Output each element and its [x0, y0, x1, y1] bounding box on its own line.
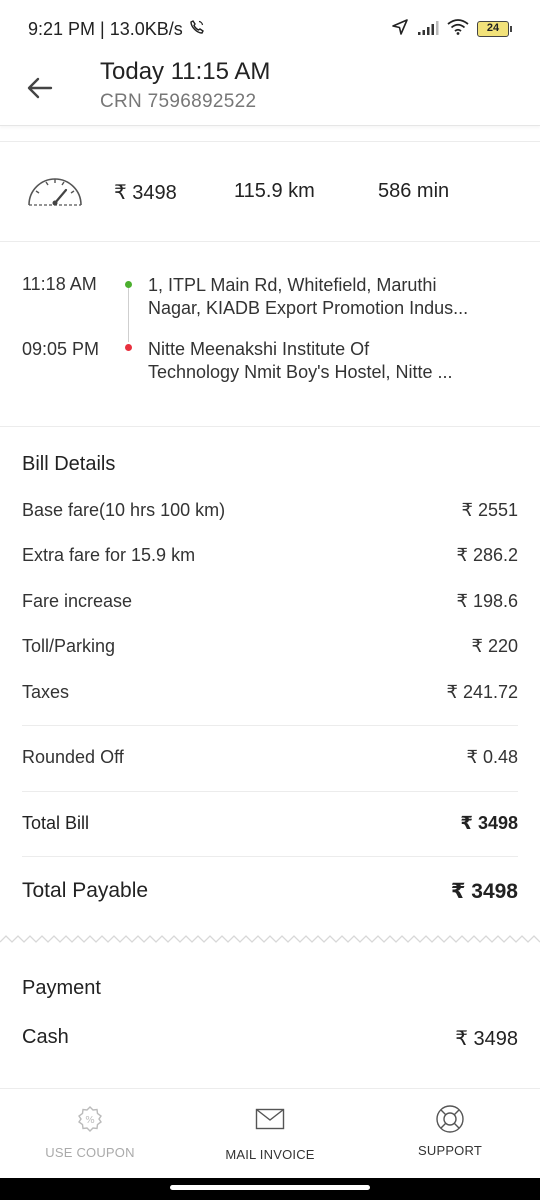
bill-row-label: Toll/Parking	[22, 636, 116, 656]
divider	[0, 426, 540, 427]
bill-row-value: ₹ 286.2	[456, 545, 519, 565]
battery-tip	[510, 26, 512, 32]
divider	[22, 725, 518, 726]
back-arrow-icon	[27, 77, 53, 99]
rounded-off-row: Rounded Off ₹ 0.48	[0, 747, 540, 771]
payment-method: Cash	[22, 1026, 69, 1048]
drop-address: Nitte Meenakshi Institute Of Technology …	[148, 338, 518, 384]
trip-stats: ₹ 3498 115.9 km 586 min	[0, 160, 540, 224]
header: Today 11:15 AM CRN 7596892522	[0, 58, 540, 126]
pickup-address: 1, ITPL Main Rd, Whitefield, Maruthi Nag…	[148, 274, 518, 320]
pickup-dot	[125, 281, 132, 288]
trip-distance: 115.9 km	[234, 180, 315, 202]
bill-row: Fare increase ₹ 198.6	[0, 591, 540, 615]
signal-icon	[417, 19, 439, 40]
bill-row-label: Taxes	[22, 682, 70, 702]
bill-row-value: ₹ 2551	[461, 500, 519, 520]
drop-dot	[125, 344, 132, 351]
coupon-icon: %	[76, 1105, 104, 1133]
status-right: 24	[391, 18, 512, 41]
trip-fare: ₹ 3498	[114, 182, 177, 204]
use-coupon-button[interactable]: % USE COUPON	[0, 1089, 180, 1177]
drop-time: 09:05 PM	[22, 339, 100, 359]
divider	[0, 241, 540, 242]
divider	[22, 791, 518, 792]
status-time-speed: 9:21 PM | 13.0KB/s	[28, 18, 183, 39]
wifi-icon	[447, 18, 469, 40]
pickup-address-line1: 1, ITPL Main Rd, Whitefield, Maruthi	[148, 275, 437, 295]
crn-number: CRN 7596892522	[100, 91, 257, 112]
system-gesture-bar	[0, 1178, 540, 1200]
bill-row: Base fare(10 hrs 100 km) ₹ 2551	[0, 500, 540, 524]
payment-amount: ₹ 3498	[455, 1028, 518, 1050]
battery-icon: 24	[477, 21, 512, 37]
trip-duration: 586 min	[378, 180, 450, 202]
use-coupon-label: USE COUPON	[45, 1145, 135, 1160]
payment-row: Cash ₹ 3498	[0, 1026, 540, 1054]
mail-invoice-label: MAIL INVOICE	[225, 1147, 315, 1162]
total-bill-value: ₹ 3498	[460, 813, 518, 833]
pickup-address-line2: Nagar, KIADB Export Promotion Indus...	[148, 298, 469, 318]
divider	[0, 141, 540, 142]
payment-title: Payment	[22, 977, 101, 999]
total-payable-label: Total Payable	[22, 879, 149, 902]
support-button[interactable]: SUPPORT	[360, 1089, 540, 1177]
drop-address-line1: Nitte Meenakshi Institute Of	[148, 339, 370, 359]
total-bill-label: Total Bill	[22, 813, 90, 833]
total-payable-row: Total Payable ₹ 3498	[0, 879, 540, 907]
bottom-action-bar: % USE COUPON MAIL INVOICE SUPPORT	[0, 1088, 540, 1176]
bill-row: Taxes ₹ 241.72	[0, 682, 540, 706]
mail-invoice-button[interactable]: MAIL INVOICE	[180, 1089, 360, 1177]
support-label: SUPPORT	[417, 1143, 482, 1158]
battery-level: 24	[477, 21, 509, 37]
divider	[22, 856, 518, 857]
speedometer-icon	[26, 172, 84, 213]
bill-row: Extra fare for 15.9 km ₹ 286.2	[0, 545, 540, 569]
bill-details-title: Bill Details	[22, 453, 116, 475]
bill-row-value: ₹ 198.6	[456, 591, 519, 611]
bill-row-label: Base fare(10 hrs 100 km)	[22, 500, 226, 520]
support-icon	[435, 1105, 465, 1133]
rounded-off-label: Rounded Off	[22, 747, 124, 767]
receipt-zigzag-edge	[0, 935, 540, 943]
gesture-handle[interactable]	[170, 1185, 370, 1190]
bill-row-value: ₹ 220	[471, 636, 519, 656]
mail-icon	[255, 1105, 285, 1133]
total-payable-value: ₹ 3498	[450, 880, 518, 903]
back-button[interactable]	[22, 70, 58, 106]
drop-address-line2: Technology Nmit Boy's Hostel, Nitte ...	[148, 362, 453, 382]
bill-row-label: Extra fare for 15.9 km	[22, 545, 196, 565]
total-bill-row: Total Bill ₹ 3498	[0, 813, 540, 837]
status-left: 9:21 PM | 13.0KB/s	[28, 19, 205, 40]
svg-text:%: %	[85, 1115, 95, 1126]
bill-row: Toll/Parking ₹ 220	[0, 636, 540, 660]
page-title: Today 11:15 AM	[100, 58, 271, 85]
bill-row-label: Fare increase	[22, 591, 133, 611]
bill-row-value: ₹ 241.72	[446, 682, 518, 702]
location-arrow-icon	[391, 18, 409, 41]
rounded-off-value: ₹ 0.48	[466, 747, 519, 767]
status-bar: 9:21 PM | 13.0KB/s 24	[0, 0, 540, 58]
pickup-time: 11:18 AM	[22, 274, 97, 294]
call-icon	[189, 19, 205, 40]
route-connector-line	[128, 288, 129, 342]
